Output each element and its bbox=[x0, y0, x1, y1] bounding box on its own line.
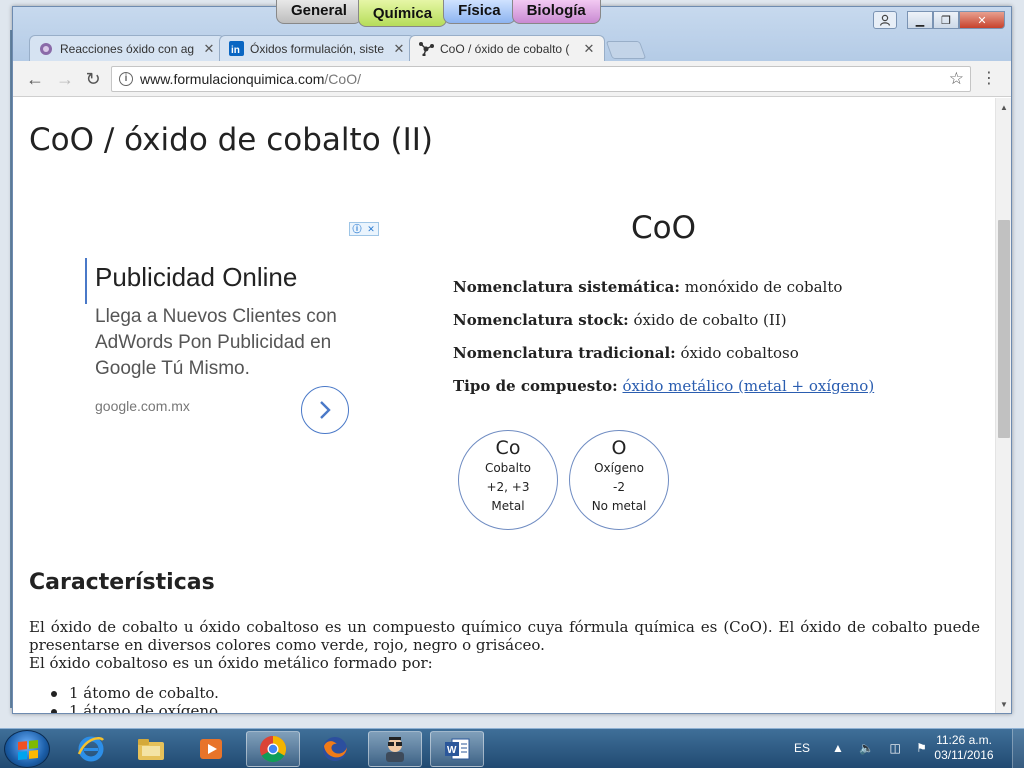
element-type: No metal bbox=[591, 499, 647, 513]
ad-body: Llega a Nuevos Clientes con AdWords Pon … bbox=[95, 306, 337, 379]
element-name: Oxígeno bbox=[594, 461, 644, 475]
start-button[interactable] bbox=[4, 730, 50, 768]
section-title-caracteristicas: Características bbox=[29, 570, 215, 595]
browser-toolbar: ← → ↻ i www.formulacionquimica.com/CoO/ … bbox=[13, 61, 1011, 97]
subject-tabs: General Química Física Biología bbox=[276, 0, 601, 27]
info-row-tipo: Tipo de compuesto: óxido metálico (metal… bbox=[453, 377, 874, 395]
info-label: Nomenclatura stock: bbox=[453, 311, 629, 329]
element-symbol: O bbox=[611, 437, 627, 459]
paragraph-description: El óxido de cobalto u óxido cobaltoso es… bbox=[29, 618, 980, 654]
clock[interactable]: 11:26 a.m. 03/11/2016 bbox=[934, 733, 994, 763]
reload-icon[interactable]: ↻ bbox=[81, 68, 105, 90]
subject-tab-fisica[interactable]: Física bbox=[443, 0, 516, 24]
element-name: Cobalto bbox=[484, 461, 532, 475]
info-icon[interactable]: i bbox=[119, 72, 133, 86]
info-label: Nomenclatura tradicional: bbox=[453, 344, 676, 362]
url-host: www.formulacionquimica.com bbox=[140, 71, 325, 87]
ad-domain: google.com.mx bbox=[95, 398, 190, 414]
compound-formula: CoO bbox=[631, 210, 697, 246]
chevron-right-icon[interactable] bbox=[301, 386, 349, 434]
tray-icons[interactable]: ▲ 🔈 ◫ ⚑ bbox=[832, 741, 933, 755]
compound-type-link[interactable]: óxido metálico (metal + oxígeno) bbox=[622, 377, 874, 395]
scroll-down-arrow-icon[interactable]: ▼ bbox=[996, 697, 1011, 713]
internet-explorer-icon[interactable] bbox=[64, 731, 118, 767]
tab-strip: Reacciones óxido con ag ✕ in Óxidos form… bbox=[29, 33, 647, 61]
menu-kebab-icon[interactable]: ⋮ bbox=[981, 68, 997, 90]
background-app-right bbox=[1010, 30, 1024, 730]
tab-title: CoO / óxido de cobalto ( bbox=[440, 41, 570, 56]
page-viewport: CoO / óxido de cobalto (II) ⓘ ✕ Publicida… bbox=[13, 98, 1011, 713]
subject-tab-quimica[interactable]: Química bbox=[357, 0, 448, 27]
firefox-icon[interactable] bbox=[308, 731, 362, 767]
element-circle-cobalt[interactable]: Co Cobalto +2, +3 Metal bbox=[458, 430, 558, 530]
window-controls: ▁ ❐ ✕ bbox=[873, 11, 1005, 29]
list-item: 1 átomo de cobalto. bbox=[51, 684, 223, 702]
window-close-button[interactable]: ✕ bbox=[959, 11, 1005, 29]
browser-window: Reacciones óxido con ag ✕ in Óxidos form… bbox=[12, 6, 1012, 714]
element-type: Metal bbox=[491, 499, 525, 513]
clock-date: 03/11/2016 bbox=[934, 748, 994, 762]
tab-title: Reacciones óxido con ag bbox=[60, 41, 195, 56]
media-player-icon[interactable] bbox=[184, 731, 238, 767]
bookmark-star-icon[interactable]: ☆ bbox=[949, 67, 964, 91]
minimize-button[interactable]: ▁ bbox=[907, 11, 933, 29]
subject-tab-biologia[interactable]: Biología bbox=[511, 0, 601, 24]
info-value: óxido de cobalto (II) bbox=[633, 311, 787, 329]
language-indicator[interactable]: ES bbox=[794, 741, 810, 755]
browser-tab-oxidos[interactable]: in Óxidos formulación, siste ✕ bbox=[219, 35, 415, 61]
maximize-button[interactable]: ❐ bbox=[933, 11, 959, 29]
close-icon[interactable]: ✕ bbox=[202, 41, 216, 57]
close-icon[interactable]: ✕ bbox=[582, 41, 596, 57]
vertical-scrollbar[interactable]: ▲ ▼ bbox=[995, 98, 1011, 713]
composition-list: 1 átomo de cobalto. 1 átomo de oxígeno. bbox=[51, 684, 223, 713]
clock-time: 11:26 a.m. bbox=[936, 733, 992, 747]
ad-accent-bar bbox=[85, 258, 87, 304]
element-valence: +2, +3 bbox=[486, 480, 530, 494]
show-desktop-button[interactable] bbox=[1012, 729, 1024, 768]
info-value: óxido cobaltoso bbox=[680, 344, 799, 362]
background-app-left bbox=[0, 30, 10, 730]
svg-text:W: W bbox=[447, 745, 457, 756]
scroll-up-arrow-icon[interactable]: ▲ bbox=[996, 100, 1011, 116]
system-tray: ES ▲ 🔈 ◫ ⚑ 11:26 a.m. 03/11/2016 bbox=[794, 729, 1024, 768]
subject-tab-general[interactable]: General bbox=[276, 0, 362, 24]
new-tab-button[interactable] bbox=[605, 41, 647, 59]
close-icon[interactable]: ✕ bbox=[392, 41, 406, 57]
adchoices-icon[interactable]: ⓘ ✕ bbox=[349, 222, 379, 236]
chrome-icon[interactable] bbox=[246, 731, 300, 767]
profile-icon[interactable] bbox=[873, 11, 897, 29]
element-symbol: Co bbox=[495, 437, 521, 459]
ad-title[interactable]: Publicidad Online bbox=[95, 262, 297, 293]
word-icon[interactable]: W bbox=[430, 731, 484, 767]
url-path: /CoO/ bbox=[324, 71, 361, 87]
info-label: Nomenclatura sistemática: bbox=[453, 278, 680, 296]
page-title: CoO / óxido de cobalto (II) bbox=[29, 122, 433, 158]
paragraph-composition: El óxido cobaltoso es un óxido metálico … bbox=[29, 654, 433, 672]
molecule-icon bbox=[418, 41, 434, 57]
address-bar[interactable]: i www.formulacionquimica.com/CoO/ ☆ bbox=[111, 66, 971, 92]
quiz-app-icon[interactable] bbox=[368, 731, 422, 767]
scrollbar-thumb[interactable] bbox=[998, 220, 1010, 438]
info-row-stock: Nomenclatura stock: óxido de cobalto (II… bbox=[453, 311, 787, 329]
list-item: 1 átomo de oxígeno. bbox=[51, 702, 223, 713]
file-explorer-icon[interactable] bbox=[124, 731, 178, 767]
info-value: monóxido de cobalto bbox=[684, 278, 843, 296]
globe-icon bbox=[38, 41, 54, 57]
svg-text:in: in bbox=[231, 45, 240, 56]
info-row-tradicional: Nomenclatura tradicional: óxido cobaltos… bbox=[453, 344, 799, 362]
back-arrow-icon[interactable]: ← bbox=[23, 68, 47, 90]
browser-tab-reacciones[interactable]: Reacciones óxido con ag ✕ bbox=[29, 35, 225, 61]
browser-tab-coo[interactable]: CoO / óxido de cobalto ( ✕ bbox=[409, 35, 605, 61]
info-row-sistematica: Nomenclatura sistemática: monóxido de co… bbox=[453, 278, 842, 296]
linkedin-icon: in bbox=[228, 41, 244, 57]
element-valence: -2 bbox=[613, 480, 625, 494]
advertisement[interactable]: ⓘ ✕ Publicidad Online Llega a Nuevos Clie… bbox=[83, 218, 379, 438]
info-label: Tipo de compuesto: bbox=[453, 377, 618, 395]
forward-arrow-icon[interactable]: → bbox=[53, 68, 77, 90]
tab-title: Óxidos formulación, siste bbox=[250, 41, 385, 56]
taskbar: W ES ▲ 🔈 ◫ ⚑ 11:26 a.m. 03/11/2016 bbox=[0, 728, 1024, 768]
element-circle-oxygen[interactable]: O Oxígeno -2 No metal bbox=[569, 430, 669, 530]
windows-logo-icon bbox=[18, 739, 38, 761]
